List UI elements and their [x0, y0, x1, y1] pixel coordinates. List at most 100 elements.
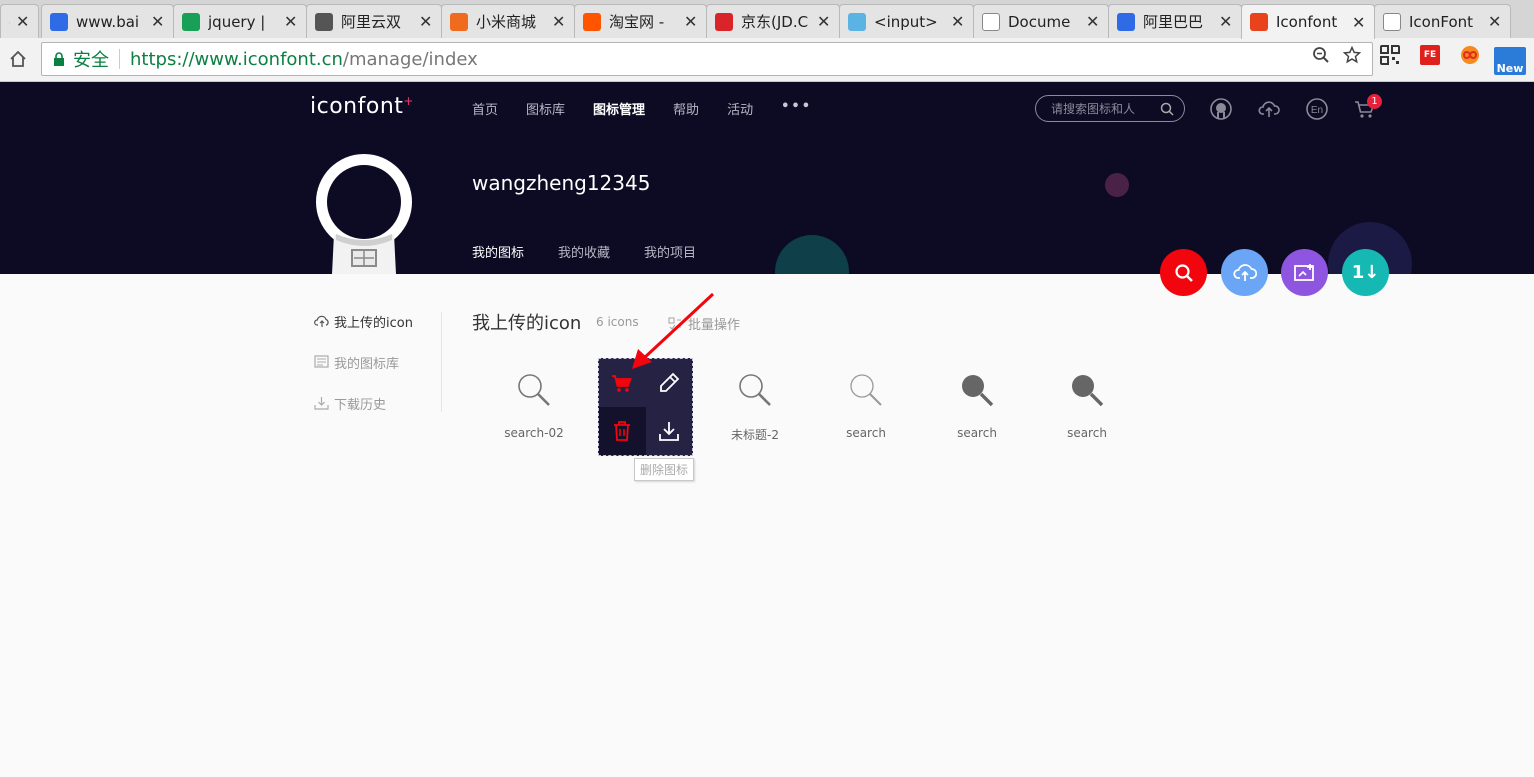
- browser-tab[interactable]: <input> ✕: [839, 4, 974, 38]
- favicon-icon: [1383, 12, 1401, 31]
- search-icon: [850, 374, 882, 406]
- close-icon[interactable]: ✕: [817, 12, 831, 31]
- close-icon[interactable]: ✕: [151, 12, 165, 31]
- trash-icon: [614, 421, 631, 441]
- close-icon[interactable]: ✕: [284, 12, 298, 31]
- github-icon[interactable]: [1210, 98, 1232, 120]
- close-icon[interactable]: ✕: [1219, 12, 1233, 31]
- browser-tab[interactable]: IconFont ✕: [1374, 4, 1511, 38]
- icon-card[interactable]: search: [1039, 370, 1135, 450]
- search-icon[interactable]: [1160, 102, 1174, 116]
- favicon-icon: [182, 12, 200, 31]
- batch-operation-button[interactable]: 批量操作: [668, 314, 740, 333]
- library-icon: [314, 355, 329, 368]
- close-icon[interactable]: ✕: [552, 12, 566, 31]
- nav-item-icon-management[interactable]: 图标管理: [593, 99, 645, 118]
- avatar[interactable]: [314, 152, 414, 274]
- qr-code-icon[interactable]: [1380, 45, 1400, 65]
- browser-tab[interactable]: 淘宝网 - ✕: [574, 4, 707, 38]
- close-icon[interactable]: ✕: [951, 12, 965, 31]
- icon-card[interactable]: search-02: [486, 370, 582, 450]
- browser-tab[interactable]: Iconfont ✕: [1241, 4, 1375, 39]
- browser-tab[interactable]: 京东(JD.C ✕: [706, 4, 840, 38]
- download-button[interactable]: [646, 407, 693, 455]
- fe-extension-icon[interactable]: FE: [1420, 45, 1440, 65]
- browser-tab-title: www.bai: [76, 12, 140, 31]
- nav-more-icon[interactable]: •••: [781, 99, 812, 118]
- upload-cloud-icon[interactable]: [1258, 98, 1280, 120]
- edit-icon: [659, 372, 680, 392]
- close-icon[interactable]: ✕: [1086, 12, 1100, 31]
- sort-fab-button[interactable]: 1↓: [1342, 249, 1389, 296]
- close-icon[interactable]: ✕: [684, 12, 698, 31]
- sort-icon: 1↓: [1351, 262, 1380, 283]
- batch-icon: [668, 316, 681, 330]
- browser-tab[interactable]: jquery | ✕: [173, 4, 307, 38]
- download-icon: [314, 397, 329, 410]
- icon-card[interactable]: search: [818, 370, 914, 450]
- browser-tab[interactable]: www.bai ✕: [41, 4, 174, 38]
- new-extension-icon[interactable]: New: [1494, 47, 1526, 75]
- decor-circle: [775, 235, 849, 274]
- browser-tab[interactable]: 阿里巴巴 ✕: [1108, 4, 1242, 38]
- lock-icon: [54, 52, 64, 66]
- search-icon: [1072, 375, 1104, 407]
- sidebar-item-download-history[interactable]: 下载历史: [314, 394, 441, 413]
- icon-name: search: [1067, 426, 1107, 440]
- nav-item-home[interactable]: 首页: [472, 99, 498, 118]
- tab-my-projects[interactable]: 我的项目: [644, 242, 696, 274]
- icon-name: search-02: [504, 426, 564, 440]
- zoom-icon[interactable]: [1312, 46, 1330, 64]
- icon-card[interactable]: 未标题-2: [707, 370, 803, 450]
- browser-tab-title: Docume: [1008, 12, 1071, 31]
- icon-card[interactable]: search: [929, 370, 1025, 450]
- search-fab-button[interactable]: [1160, 249, 1207, 296]
- close-icon[interactable]: ✕: [1352, 13, 1366, 32]
- language-en-icon[interactable]: En: [1306, 98, 1328, 120]
- browser-tab[interactable]: Docume ✕: [973, 4, 1109, 38]
- search-icon: [962, 375, 994, 407]
- browser-tab[interactable]: 阿里云双 ✕: [306, 4, 442, 38]
- icon-name: 未标题-2: [731, 428, 779, 442]
- add-to-cart-button[interactable]: [599, 359, 646, 407]
- site-search-input[interactable]: 请搜索图标和人: [1035, 95, 1185, 122]
- favicon-icon: [848, 12, 866, 31]
- bookmark-star-icon[interactable]: [1343, 46, 1361, 64]
- sidebar: 我上传的icon 我的图标库 下载历史: [314, 312, 442, 413]
- browser-tab[interactable]: c✕: [0, 4, 39, 38]
- download-icon: [658, 422, 679, 441]
- tab-my-icons[interactable]: 我的图标: [472, 242, 524, 274]
- nav-item-activity[interactable]: 活动: [727, 99, 753, 118]
- url-host: https://www.iconfont.cn: [130, 48, 343, 70]
- logo-text: iconfont: [310, 94, 404, 119]
- edit-button[interactable]: [646, 359, 693, 407]
- nav-item-icon-library[interactable]: 图标库: [526, 99, 565, 118]
- upload-fab-button[interactable]: [1221, 249, 1268, 296]
- favicon-icon: [450, 12, 468, 31]
- decor-circle: [1105, 173, 1129, 197]
- delete-button[interactable]: [599, 407, 646, 455]
- close-icon[interactable]: ✕: [16, 12, 30, 31]
- sidebar-item-my-uploads[interactable]: 我上传的icon: [314, 312, 441, 331]
- home-icon[interactable]: [8, 49, 28, 69]
- icon-name: search: [846, 426, 886, 440]
- favicon-icon: [1117, 12, 1135, 31]
- site-logo[interactable]: iconfont+: [310, 94, 414, 119]
- search-icon: [518, 374, 550, 406]
- favicon-icon: [1250, 13, 1268, 31]
- browser-tab-title: IconFont: [1409, 12, 1474, 31]
- browser-tab-title: 淘宝网 -: [609, 13, 665, 31]
- close-icon[interactable]: ✕: [419, 12, 433, 31]
- browser-tab-title: 阿里云双: [341, 13, 402, 31]
- tab-my-favorites[interactable]: 我的收藏: [558, 242, 610, 274]
- project-add-icon: [1293, 263, 1314, 281]
- infinity-extension-icon[interactable]: [1460, 45, 1480, 65]
- browser-tab[interactable]: 小米商城 ✕: [441, 4, 575, 38]
- close-icon[interactable]: ✕: [1488, 12, 1502, 31]
- sidebar-item-label: 我上传的icon: [334, 315, 413, 331]
- favicon-icon: [315, 12, 333, 31]
- nav-item-help[interactable]: 帮助: [673, 99, 699, 118]
- add-project-fab-button[interactable]: [1281, 249, 1328, 296]
- sidebar-item-my-library[interactable]: 我的图标库: [314, 353, 441, 372]
- address-bar[interactable]: 安全 https://www.iconfont.cn/manage/index: [41, 42, 1373, 76]
